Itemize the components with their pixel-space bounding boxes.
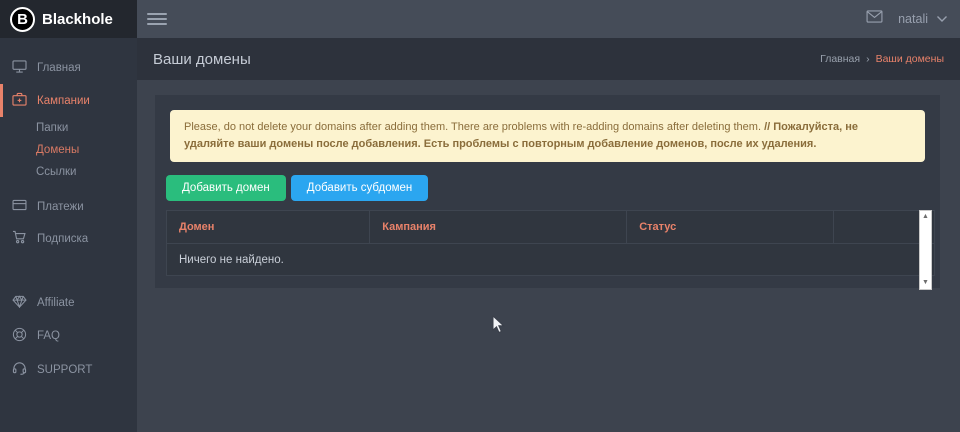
- sidebar-item-subscription[interactable]: Подписка: [0, 222, 137, 255]
- actions-row: Добавить домен Добавить субдомен: [166, 175, 928, 201]
- table-header-row: Домен Кампания Статус: [167, 211, 934, 243]
- breadcrumb-home[interactable]: Главная: [820, 53, 860, 65]
- mouse-cursor: [492, 315, 505, 339]
- sidebar-nav: Главная Кампании Папки Домены Ссылки Пла…: [0, 38, 137, 386]
- briefcase-icon: [12, 92, 27, 109]
- page-header: Ваши домены Главная › Ваши домены: [137, 38, 960, 80]
- nav-spacer: [0, 255, 137, 287]
- headset-icon: [12, 361, 27, 378]
- credit-card-icon: [12, 199, 27, 214]
- sidebar-item-folders[interactable]: Папки: [0, 117, 137, 139]
- sidebar-item-label: Affiliate: [37, 297, 75, 309]
- scrollbar-up-icon[interactable]: ▲: [920, 211, 931, 223]
- table-header-campaign[interactable]: Кампания: [370, 211, 627, 243]
- user-menu[interactable]: natali: [898, 10, 948, 28]
- sidebar: B Blackhole Главная Кампании Папки Домен…: [0, 0, 137, 432]
- sidebar-item-home[interactable]: Главная: [0, 52, 137, 84]
- lifebuoy-icon: [12, 327, 27, 345]
- cart-icon: [12, 230, 27, 247]
- sidebar-item-label: SUPPORT: [37, 364, 92, 376]
- breadcrumb-current: Ваши домены: [876, 53, 944, 65]
- table-header-status[interactable]: Статус: [627, 211, 834, 243]
- brand-logo-icon: B: [10, 7, 35, 32]
- domains-panel: Please, do not delete your domains after…: [155, 95, 940, 288]
- table-scrollbar[interactable]: ▲ ▼: [919, 210, 932, 290]
- sidebar-item-label: Подписка: [37, 233, 88, 245]
- domains-table-container: Домен Кампания Статус Ничего не найдено.…: [166, 210, 935, 291]
- add-domain-button[interactable]: Добавить домен: [166, 175, 286, 201]
- monitor-icon: [12, 60, 27, 76]
- domains-table: Домен Кампания Статус Ничего не найдено.: [166, 210, 935, 276]
- hamburger-menu-icon[interactable]: [147, 10, 167, 28]
- alert-text-en: Please, do not delete your domains after…: [184, 121, 764, 133]
- sidebar-item-campaigns[interactable]: Кампании: [0, 84, 137, 117]
- sidebar-item-links[interactable]: Ссылки: [0, 161, 137, 183]
- user-name: natali: [898, 12, 928, 26]
- add-subdomain-button[interactable]: Добавить субдомен: [291, 175, 428, 201]
- scrollbar-down-icon[interactable]: ▼: [920, 277, 931, 289]
- sidebar-item-support[interactable]: SUPPORT: [0, 353, 137, 386]
- warning-alert: Please, do not delete your domains after…: [170, 110, 925, 162]
- sidebar-item-label: FAQ: [37, 330, 60, 342]
- breadcrumb: Главная › Ваши домены: [820, 53, 944, 65]
- sidebar-item-domains[interactable]: Домены: [0, 139, 137, 161]
- brand-logo[interactable]: B Blackhole: [0, 0, 137, 38]
- brand-name: Blackhole: [42, 11, 113, 28]
- sidebar-item-payments[interactable]: Платежи: [0, 191, 137, 222]
- page-title: Ваши домены: [153, 51, 251, 68]
- table-header-domain[interactable]: Домен: [167, 211, 370, 243]
- mail-icon[interactable]: [866, 10, 883, 28]
- sidebar-item-faq[interactable]: FAQ: [0, 319, 137, 353]
- nav-spacer: [0, 183, 137, 191]
- sidebar-item-label: Кампании: [37, 95, 90, 107]
- sidebar-item-affiliate[interactable]: Affiliate: [0, 287, 137, 319]
- breadcrumb-separator: ›: [866, 53, 870, 65]
- table-empty-row: Ничего не найдено.: [167, 243, 934, 275]
- topbar: natali: [137, 0, 960, 38]
- sidebar-item-label: Платежи: [37, 201, 84, 213]
- diamond-icon: [12, 295, 27, 311]
- sidebar-item-label: Главная: [37, 62, 81, 74]
- chevron-down-icon: [936, 10, 948, 28]
